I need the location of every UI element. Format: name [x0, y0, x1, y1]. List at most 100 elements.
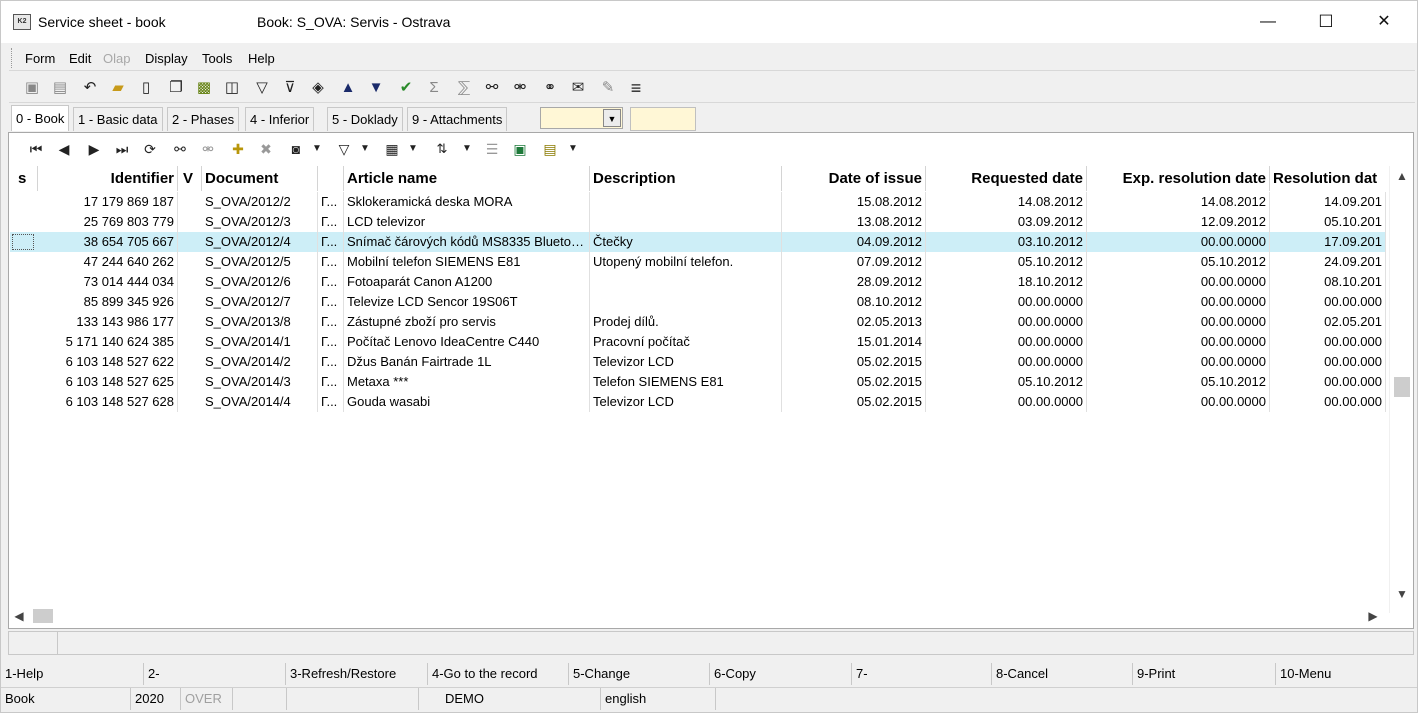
cell-date-of-issue[interactable]: 04.09.2012: [782, 232, 926, 252]
horizontal-scroll-thumb[interactable]: [33, 609, 53, 623]
column-header-description[interactable]: Description: [590, 166, 782, 191]
arrow-up-icon[interactable]: ▲: [337, 77, 359, 99]
cell-document[interactable]: S_OVA/2014/2: [202, 352, 318, 372]
fkey-1[interactable]: 1-Help: [1, 663, 143, 685]
camera-icon[interactable]: ◙: [285, 138, 307, 160]
cell-identifier[interactable]: 6 103 148 527 622: [38, 352, 178, 372]
cell-flag[interactable]: Г...: [318, 232, 344, 252]
cell-description[interactable]: [590, 192, 782, 212]
find-icon[interactable]: ⚮: [197, 138, 219, 160]
mail-icon[interactable]: ✉: [567, 77, 589, 99]
cell-date-of-issue[interactable]: 08.10.2012: [782, 292, 926, 312]
cell-article-name[interactable]: Metaxa ***: [344, 372, 590, 392]
cell-article-name[interactable]: Fotoaparát Canon A1200: [344, 272, 590, 292]
cell-resolution-date[interactable]: 00.00.000: [1270, 292, 1386, 312]
column-header-resolution-date[interactable]: Resolution dat: [1270, 166, 1386, 191]
cell-resolution-date[interactable]: 08.10.201: [1270, 272, 1386, 292]
excel-export-icon[interactable]: ▣: [509, 138, 531, 160]
save-icon[interactable]: ▣: [21, 77, 43, 99]
cell-description[interactable]: Televizor LCD: [590, 352, 782, 372]
chevron-down-icon[interactable]: ▼: [565, 138, 581, 160]
chevron-down-icon[interactable]: ▼: [603, 109, 621, 127]
filter-icon[interactable]: ▽: [333, 138, 355, 160]
cell-exp-resolution-date[interactable]: 05.10.2012: [1087, 372, 1270, 392]
refresh-icon[interactable]: ⟳: [139, 138, 161, 160]
cell-date-of-issue[interactable]: 05.02.2015: [782, 392, 926, 412]
cell-identifier[interactable]: 5 171 140 624 385: [38, 332, 178, 352]
fkey-6[interactable]: 6-Copy: [709, 663, 851, 685]
fkey-7[interactable]: 7-: [851, 663, 991, 685]
scroll-left-icon[interactable]: ◀: [9, 606, 29, 626]
cell-exp-resolution-date[interactable]: 00.00.0000: [1087, 392, 1270, 412]
cell-requested-date[interactable]: 03.10.2012: [926, 232, 1087, 252]
cell-resolution-date[interactable]: 00.00.000: [1270, 372, 1386, 392]
cell-identifier[interactable]: 6 103 148 527 628: [38, 392, 178, 412]
tab-book[interactable]: 0 - Book: [11, 105, 70, 131]
check-icon[interactable]: ✔: [395, 77, 417, 99]
maximize-button[interactable]: ☐: [1297, 1, 1355, 43]
cell-resolution-date[interactable]: 24.09.201: [1270, 252, 1386, 272]
title-bar[interactable]: K2 Service sheet - book Book: S_OVA: Ser…: [1, 1, 1417, 43]
cell-article-name[interactable]: Snímač čárových kódů MS8335 Bluetooth: [344, 232, 590, 252]
column-header-article-name[interactable]: Article name: [344, 166, 590, 191]
cell-requested-date[interactable]: 05.10.2012: [926, 252, 1087, 272]
yellow-input[interactable]: [630, 107, 696, 131]
cell-identifier[interactable]: 47 244 640 262: [38, 252, 178, 272]
cell-requested-date[interactable]: 00.00.0000: [926, 292, 1087, 312]
vertical-scroll-thumb[interactable]: [1394, 377, 1410, 397]
cell-description[interactable]: Telefon SIEMENS E81: [590, 372, 782, 392]
arrow-down-icon[interactable]: ▼: [365, 77, 387, 99]
open-folder-icon[interactable]: ▰: [107, 77, 129, 99]
copy-icon[interactable]: ❐: [165, 77, 187, 99]
cell-requested-date[interactable]: 00.00.0000: [926, 392, 1087, 412]
fkey-2[interactable]: 2-: [143, 663, 285, 685]
chevron-down-icon[interactable]: ▼: [309, 138, 325, 160]
cell-flag[interactable]: Г...: [318, 192, 344, 212]
undo-icon[interactable]: ↶: [79, 77, 101, 99]
cell-document[interactable]: S_OVA/2014/3: [202, 372, 318, 392]
column-header-date-of-issue[interactable]: Date of issue: [782, 166, 926, 191]
fkey-10[interactable]: 10-Menu: [1275, 663, 1417, 685]
column-header-identifier[interactable]: Identifier: [38, 166, 178, 191]
cell-exp-resolution-date[interactable]: 00.00.0000: [1087, 272, 1270, 292]
next-record-icon[interactable]: ▶: [83, 138, 105, 160]
chevron-down-icon[interactable]: ▼: [459, 138, 475, 160]
tab-basic-data[interactable]: 1 - Basic data: [73, 107, 163, 131]
add-record-icon[interactable]: ✚: [227, 138, 249, 160]
cell-identifier[interactable]: 73 014 444 034: [38, 272, 178, 292]
horizontal-scrollbar[interactable]: ◀ ▶: [9, 604, 1389, 628]
cell-article-name[interactable]: Sklokeramická deska MORA: [344, 192, 590, 212]
cell-resolution-date[interactable]: 05.10.201: [1270, 212, 1386, 232]
cell-resolution-date[interactable]: 00.00.000: [1270, 392, 1386, 412]
cell-identifier[interactable]: 17 179 869 187: [38, 192, 178, 212]
sum-icon[interactable]: Σ: [423, 77, 445, 99]
cell-flag[interactable]: Г...: [318, 372, 344, 392]
cell-description[interactable]: [590, 212, 782, 232]
cell-date-of-issue[interactable]: 05.02.2015: [782, 352, 926, 372]
cell-article-name[interactable]: Počítač Lenovo IdeaCentre C440: [344, 332, 590, 352]
cell-date-of-issue[interactable]: 13.08.2012: [782, 212, 926, 232]
vertical-scrollbar[interactable]: ▲ ▼: [1389, 166, 1413, 613]
cell-resolution-date[interactable]: 00.00.000: [1270, 332, 1386, 352]
cell-document[interactable]: S_OVA/2013/8: [202, 312, 318, 332]
cell-date-of-issue[interactable]: 15.01.2014: [782, 332, 926, 352]
clear-filter-icon[interactable]: ⊽: [279, 77, 301, 99]
cell-article-name[interactable]: Zástupné zboží pro servis: [344, 312, 590, 332]
binoculars-icon[interactable]: ⚯: [481, 77, 503, 99]
find-next-icon[interactable]: ⚮: [509, 77, 531, 99]
book-combo[interactable]: ▼: [540, 107, 623, 129]
cell-flag[interactable]: Г...: [318, 392, 344, 412]
fkey-3[interactable]: 3-Refresh/Restore: [285, 663, 427, 685]
chevron-down-icon[interactable]: ▼: [357, 138, 373, 160]
cell-requested-date[interactable]: 18.10.2012: [926, 272, 1087, 292]
sort-icon[interactable]: ⇅: [431, 138, 453, 160]
cell-document[interactable]: S_OVA/2012/6: [202, 272, 318, 292]
first-record-icon[interactable]: ⏮: [25, 138, 47, 160]
cell-document[interactable]: S_OVA/2012/4: [202, 232, 318, 252]
cell-resolution-date[interactable]: 14.09.201: [1270, 192, 1386, 212]
save-as-icon[interactable]: ▤: [49, 77, 71, 99]
cell-exp-resolution-date[interactable]: 12.09.2012: [1087, 212, 1270, 232]
cell-flag[interactable]: Г...: [318, 332, 344, 352]
cell-description[interactable]: [590, 272, 782, 292]
sum-cancel-icon[interactable]: ⅀: [453, 77, 475, 99]
